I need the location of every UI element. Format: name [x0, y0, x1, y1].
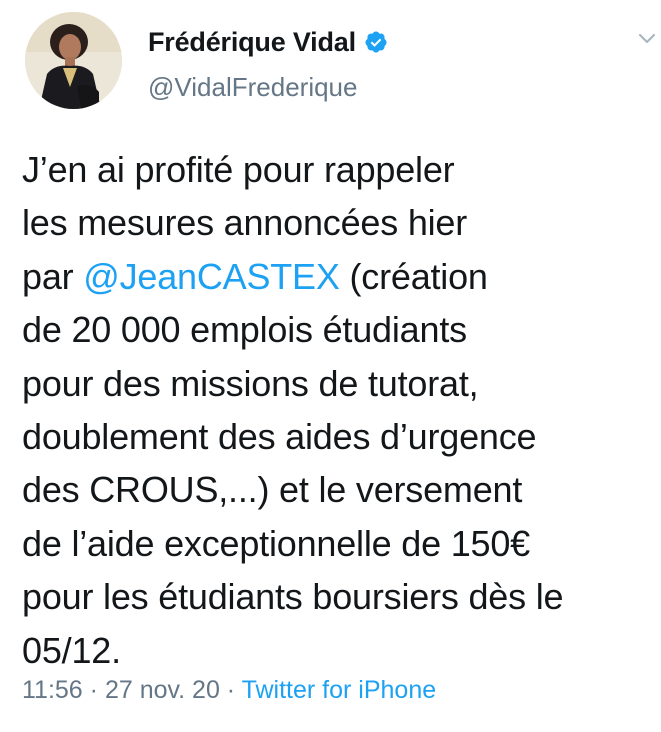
- tweet-meta: 11:56 · 27 nov. 20 · Twitter for iPhone: [22, 676, 436, 705]
- chevron-down-icon[interactable]: [636, 28, 658, 50]
- tweet-line: de 20 000 emplois étudiants: [22, 309, 467, 351]
- tweet-line: des CROUS,...) et le versement: [22, 469, 523, 511]
- tweet-line: pour les étudiants boursiers dès le: [22, 576, 564, 618]
- mention-link[interactable]: @JeanCASTEX: [83, 256, 340, 297]
- tweet-line: J’en ai profité pour rappeler: [22, 149, 455, 190]
- tweet-line: les mesures annoncées hier: [22, 202, 468, 244]
- tweet-time[interactable]: 11:56: [22, 676, 83, 704]
- tweet-line: pour des missions de tutorat,: [22, 362, 479, 404]
- avatar[interactable]: [25, 12, 122, 109]
- user-handle[interactable]: @VidalFrederique: [148, 72, 388, 103]
- meta-separator: ·: [219, 676, 242, 704]
- line-suffix: (création: [339, 255, 488, 297]
- tweet-line: 05/12.: [22, 629, 121, 671]
- tweet-line: doublement des aides d’urgence: [22, 416, 537, 458]
- meta-separator: ·: [82, 676, 105, 704]
- user-block[interactable]: Frédérique Vidal @VidalFrederique: [148, 24, 388, 103]
- verified-badge-icon: [364, 30, 388, 54]
- name-row: Frédérique Vidal: [148, 24, 388, 60]
- tweet-source-link[interactable]: Twitter for iPhone: [242, 676, 437, 704]
- tweet-card: Frédérique Vidal @VidalFrederique J’en a…: [0, 0, 661, 732]
- avatar-image: [25, 12, 122, 109]
- tweet-line: par @JeanCASTEX (création: [22, 250, 652, 303]
- line-prefix: par: [22, 255, 84, 297]
- tweet-text: J’en ai profité pour rappeler les mesure…: [22, 143, 652, 677]
- tweet-line: de l’aide exceptionnelle de 150€: [22, 522, 531, 564]
- display-name[interactable]: Frédérique Vidal: [148, 27, 356, 58]
- tweet-date[interactable]: 27 nov. 20: [105, 676, 220, 704]
